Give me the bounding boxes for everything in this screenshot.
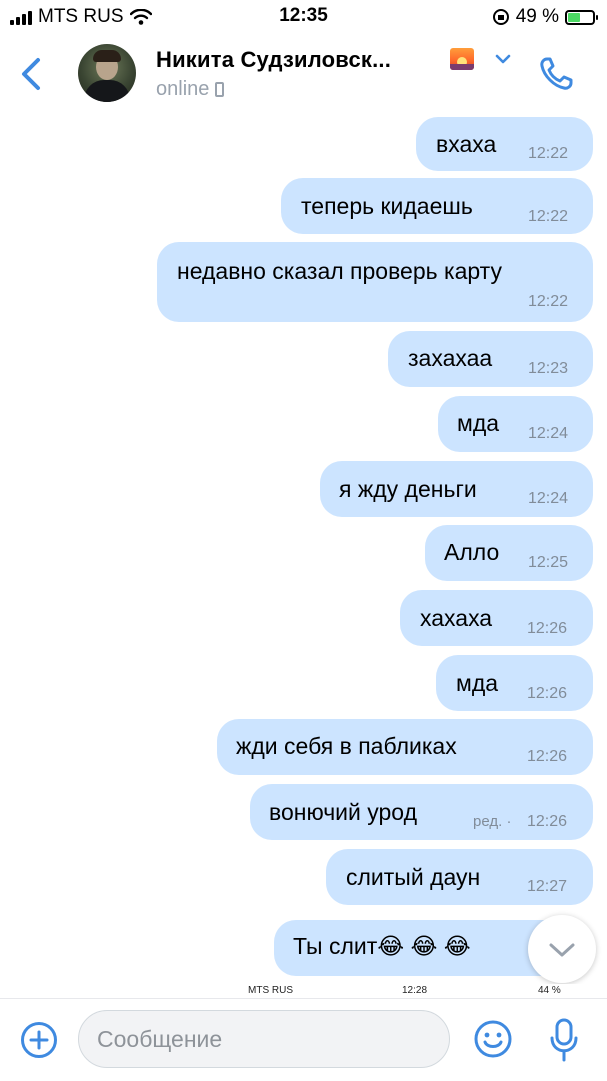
sunset-emoji-icon	[450, 48, 474, 70]
message-text: захахаа	[408, 345, 493, 371]
scroll-down-icon	[549, 943, 575, 957]
screenshot-status-strip: MTS RUS 12:28 44 %	[0, 984, 607, 998]
message-text: мда	[456, 670, 499, 696]
chat-header: Никита Судзиловск... online	[0, 34, 607, 114]
status-right: 49 %	[492, 6, 598, 28]
message-time: 12:26	[527, 748, 568, 765]
message-text: хахаха	[420, 605, 493, 631]
battery-icon	[565, 9, 598, 25]
message-text: теперь кидаешь	[301, 193, 473, 219]
message-bubble[interactable]: я жду деньги 12:24	[320, 461, 593, 517]
orientation-lock-icon	[492, 9, 509, 25]
message-bubble[interactable]: недавно сказал проверь карту 12:22	[157, 242, 593, 322]
message-text: Ты слит😂 😂 😂	[293, 933, 471, 959]
edited-label: ред. ·	[473, 813, 512, 830]
message-time: 12:27	[527, 878, 568, 895]
message-time: 12:26	[527, 685, 568, 702]
message-bubble[interactable]: мда 12:24	[438, 396, 593, 452]
message-time: 12:22	[528, 293, 569, 310]
strip-time: 12:28	[402, 985, 428, 996]
message-text: я жду деньги	[339, 476, 477, 502]
message-bubble[interactable]: теперь кидаешь 12:22	[281, 178, 593, 234]
online-label: online	[156, 78, 210, 100]
strip-carrier: MTS RUS	[248, 985, 293, 996]
battery-percent: 49 %	[515, 6, 559, 27]
message-time: 12:24	[528, 425, 569, 442]
back-icon[interactable]	[14, 54, 48, 94]
message-bubble[interactable]: Алло 12:25	[425, 525, 593, 581]
avatar[interactable]	[78, 44, 136, 102]
phone-icon[interactable]	[536, 54, 576, 94]
chevron-down-icon[interactable]	[494, 52, 512, 66]
mobile-icon	[215, 82, 225, 97]
contact-name[interactable]: Никита Судзиловск...	[156, 47, 391, 73]
message-text: мда	[457, 410, 500, 436]
status-bar: MTS RUS 12:35 49 %	[0, 0, 607, 34]
message-bubble[interactable]: хахаха 12:26	[400, 590, 593, 646]
message-bubble[interactable]: вонючий урод ред. · 12:26	[250, 784, 593, 840]
message-text: жди себя в пабликах	[236, 733, 457, 759]
message-bubble[interactable]: мда 12:26	[436, 655, 593, 711]
message-bubble[interactable]: вхаха 12:22	[416, 117, 593, 171]
message-text: вхаха	[436, 131, 497, 157]
message-text: вонючий урод	[269, 799, 418, 825]
message-bubble[interactable]: слитый даун 12:27	[326, 849, 593, 905]
message-text: Алло	[444, 539, 500, 565]
message-time: 12:23	[528, 360, 569, 377]
contact-status: online	[156, 78, 225, 101]
message-time: 12:22	[528, 145, 569, 162]
strip-battery: 44 %	[538, 985, 561, 996]
plus-icon[interactable]	[20, 1021, 58, 1059]
microphone-icon[interactable]	[548, 1017, 580, 1063]
emoji-icon[interactable]	[473, 1019, 513, 1059]
message-time: 12:26	[527, 813, 568, 830]
message-bubble[interactable]: жди себя в пабликах 12:26	[217, 719, 593, 775]
message-input[interactable]	[78, 1010, 450, 1068]
message-input-bar	[0, 998, 607, 1081]
message-time: 12:26	[527, 620, 568, 637]
message-time: 12:25	[528, 554, 569, 571]
scroll-down-button[interactable]	[528, 915, 596, 983]
message-bubble[interactable]: захахаа 12:23	[388, 331, 593, 387]
message-time: 12:22	[528, 208, 569, 225]
message-text: слитый даун	[346, 864, 481, 890]
message-text: недавно сказал проверь карту	[177, 258, 502, 284]
message-time: 12:24	[528, 490, 569, 507]
